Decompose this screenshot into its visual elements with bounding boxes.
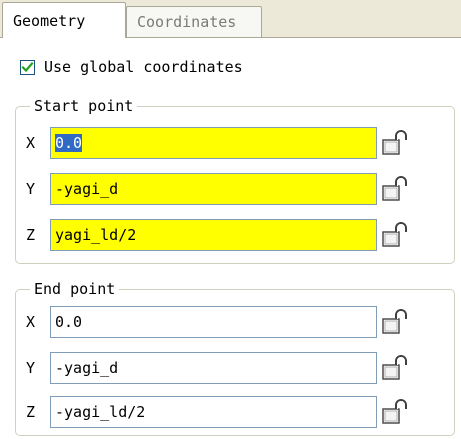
start-point-z-lock-button[interactable] bbox=[381, 220, 411, 250]
unlock-icon bbox=[382, 309, 407, 334]
unlock-icon bbox=[382, 176, 407, 201]
end-point-x-field[interactable]: 0.0 bbox=[50, 306, 377, 338]
use-global-coordinates-checkbox[interactable] bbox=[20, 59, 35, 75]
end-point-x-lock-button[interactable] bbox=[381, 307, 411, 337]
end-point-z-value: -yagi_ld/2 bbox=[55, 403, 146, 421]
start-point-z-field[interactable]: yagi_ld/2 bbox=[50, 219, 377, 251]
start-point-x-lock-button[interactable] bbox=[381, 128, 411, 158]
unlock-icon bbox=[382, 222, 407, 247]
end-point-y-row: Y -yagi_d bbox=[26, 352, 411, 384]
checkmark-icon bbox=[21, 61, 34, 72]
end-point-z-label: Z bbox=[26, 403, 36, 421]
tab-geometry[interactable]: Geometry bbox=[2, 2, 126, 38]
use-global-coordinates-option[interactable]: Use global coordinates bbox=[20, 58, 243, 76]
tab-coordinates[interactable]: Coordinates bbox=[126, 6, 262, 37]
start-point-y-label: Y bbox=[26, 180, 36, 198]
end-point-legend: End point bbox=[30, 280, 120, 298]
start-point-y-row: Y -yagi_d bbox=[26, 173, 411, 205]
unlock-icon bbox=[382, 130, 407, 155]
tab-coordinates-label: Coordinates bbox=[137, 13, 237, 31]
start-point-x-value: 0.0 bbox=[55, 134, 83, 152]
end-point-y-lock-button[interactable] bbox=[381, 353, 411, 383]
start-point-y-field[interactable]: -yagi_d bbox=[50, 173, 377, 205]
unlock-icon bbox=[382, 355, 407, 380]
start-point-z-row: Z yagi_ld/2 bbox=[26, 219, 411, 251]
end-point-y-field[interactable]: -yagi_d bbox=[50, 352, 377, 384]
end-point-x-value: 0.0 bbox=[55, 313, 83, 331]
end-point-z-lock-button[interactable] bbox=[381, 397, 411, 427]
start-point-z-label: Z bbox=[26, 226, 36, 244]
start-point-x-row: X 0.0 bbox=[26, 127, 411, 159]
end-point-x-row: X 0.0 bbox=[26, 306, 411, 338]
end-point-y-value: -yagi_d bbox=[55, 359, 119, 377]
tab-strip: Geometry Coordinates bbox=[0, 0, 461, 38]
start-point-x-label: X bbox=[26, 134, 36, 152]
end-point-x-label: X bbox=[26, 313, 36, 331]
start-point-legend: Start point bbox=[30, 97, 138, 115]
start-point-y-value: -yagi_d bbox=[55, 180, 119, 198]
end-point-z-field[interactable]: -yagi_ld/2 bbox=[50, 396, 377, 428]
unlock-icon bbox=[382, 399, 407, 424]
end-point-y-label: Y bbox=[26, 359, 36, 377]
start-point-y-lock-button[interactable] bbox=[381, 174, 411, 204]
start-point-x-field[interactable]: 0.0 bbox=[50, 127, 377, 159]
use-global-coordinates-label: Use global coordinates bbox=[44, 58, 243, 76]
start-point-z-value: yagi_ld/2 bbox=[55, 226, 137, 244]
tab-geometry-label: Geometry bbox=[13, 11, 86, 30]
end-point-z-row: Z -yagi_ld/2 bbox=[26, 396, 411, 428]
